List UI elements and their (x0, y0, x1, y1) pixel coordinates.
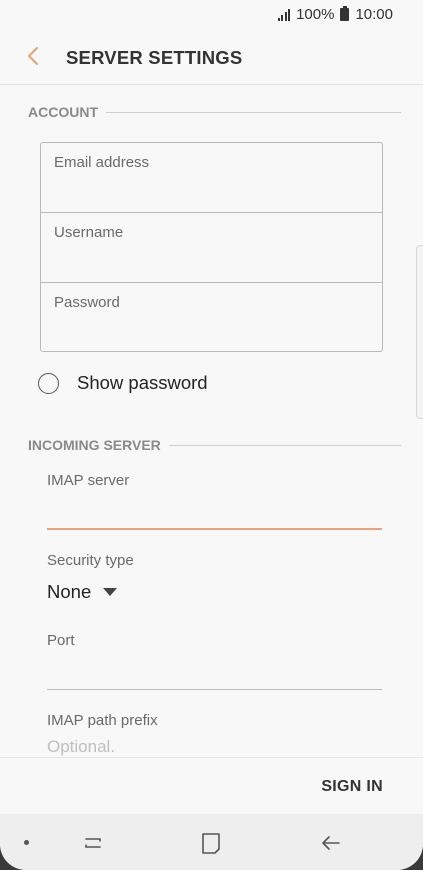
imap-server-underline (47, 528, 382, 530)
email-field[interactable]: Email address (41, 143, 382, 213)
back-arrow-icon[interactable] (318, 830, 344, 856)
app-header: SERVER SETTINGS (0, 30, 423, 85)
recent-apps-icon[interactable] (80, 830, 106, 856)
username-field-label: Username (54, 224, 124, 241)
imap-path-prefix-label: IMAP path prefix (47, 712, 158, 729)
show-password-label: Show password (77, 372, 208, 393)
signal-icon (277, 8, 291, 21)
security-type-dropdown[interactable]: None (47, 581, 118, 603)
phone-screen: 100% 10:00 SERVER SETTINGS ACCOUNT Email… (0, 0, 423, 870)
imap-server-input[interactable] (47, 502, 382, 528)
nav-dot-icon (24, 840, 29, 845)
incoming-server-section-header: INCOMING SERVER (28, 437, 401, 453)
imap-server-label: IMAP server (47, 472, 130, 489)
account-section-header: ACCOUNT (28, 104, 401, 120)
security-type-value: None (47, 581, 92, 602)
scrollbar[interactable] (416, 245, 423, 419)
battery-icon (340, 6, 350, 21)
security-type-label: Security type (47, 552, 134, 569)
divider (106, 111, 401, 113)
account-section-label: ACCOUNT (28, 104, 98, 120)
show-password-radio[interactable] (38, 372, 59, 394)
chevron-left-icon[interactable] (22, 44, 46, 68)
home-icon[interactable] (198, 830, 224, 856)
incoming-server-section-label: INCOMING SERVER (28, 437, 161, 453)
sign-in-button[interactable]: SIGN IN (321, 778, 383, 796)
account-fields: Email address Username Password (40, 142, 383, 352)
dropdown-arrow-icon (103, 588, 118, 596)
clock: 10:00 (355, 6, 393, 23)
imap-path-prefix-input[interactable]: Optional. (47, 737, 115, 757)
username-field[interactable]: Username (41, 213, 382, 283)
divider (168, 444, 401, 446)
email-field-label: Email address (54, 154, 150, 171)
bottom-action-bar: SIGN IN (0, 757, 423, 814)
password-field-label: Password (54, 294, 120, 311)
port-label: Port (47, 632, 75, 649)
page-title: SERVER SETTINGS (66, 47, 243, 68)
navigation-bar (0, 814, 423, 870)
port-underline (47, 689, 382, 690)
show-password-checkbox[interactable]: Show password (38, 372, 208, 394)
battery-percent: 100% (296, 6, 335, 23)
password-field[interactable]: Password (41, 283, 382, 352)
status-bar: 100% 10:00 (0, 0, 423, 30)
port-input[interactable] (47, 662, 382, 688)
